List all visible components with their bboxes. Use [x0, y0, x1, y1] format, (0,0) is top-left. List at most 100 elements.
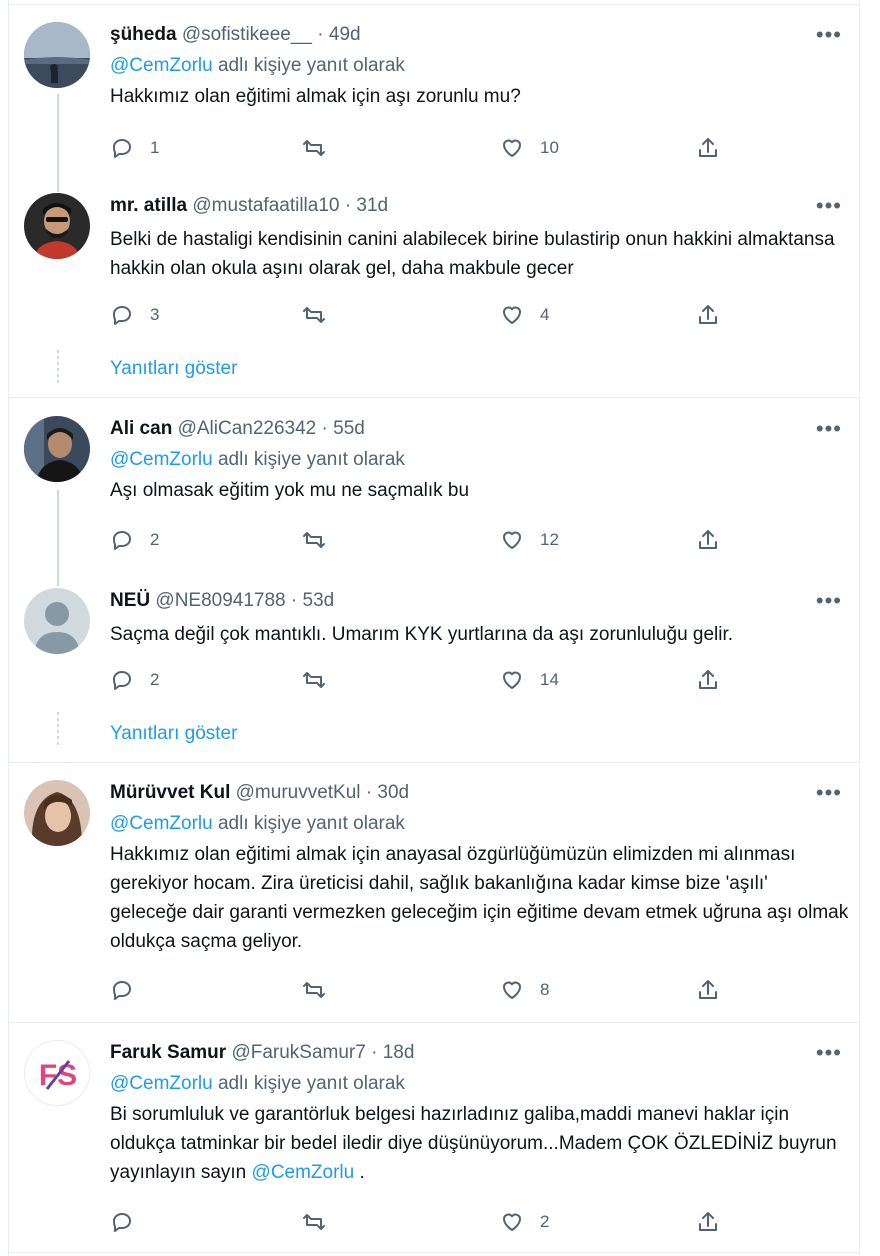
reply-count: 2: [150, 670, 160, 689]
avatar[interactable]: FS: [24, 1040, 90, 1106]
retweet-button[interactable]: [302, 134, 342, 162]
like-button[interactable]: 8: [500, 976, 549, 1004]
tweet-actions: 2 12: [110, 526, 730, 554]
reply-button[interactable]: 2: [110, 666, 159, 694]
handle[interactable]: @FarukSamur7: [231, 1042, 365, 1063]
share-button[interactable]: [696, 526, 720, 554]
show-replies-link[interactable]: Yanıtları göster: [110, 723, 237, 745]
retweet-button[interactable]: [302, 1208, 342, 1236]
reply-icon: [113, 139, 131, 158]
mention-link[interactable]: @CemZorlu: [110, 1073, 213, 1094]
retweet-button[interactable]: [302, 976, 342, 1004]
timestamp[interactable]: 55d: [333, 418, 365, 439]
like-button[interactable]: 12: [500, 526, 559, 554]
show-replies-link[interactable]: Yanıtları göster: [110, 358, 237, 380]
mention-link[interactable]: @CemZorlu: [252, 1162, 355, 1183]
handle[interactable]: @mustafaatilla10: [192, 195, 339, 216]
display-name[interactable]: NEÜ: [110, 590, 150, 611]
like-button[interactable]: 14: [500, 666, 559, 694]
share-button[interactable]: [696, 1208, 720, 1236]
avatar[interactable]: [24, 22, 90, 88]
reply-count: 3: [150, 305, 160, 324]
tweet-actions: 3 4: [110, 301, 730, 329]
tweet-actions: 8: [110, 976, 730, 1004]
divider: [9, 762, 859, 763]
like-count: 2: [540, 1212, 550, 1231]
avatar[interactable]: [24, 416, 90, 482]
reply-button[interactable]: 3: [110, 301, 159, 329]
default-avatar-icon: [24, 588, 90, 654]
mention-link[interactable]: @CemZorlu: [110, 55, 213, 76]
retweet-icon: [303, 672, 325, 688]
share-button[interactable]: [696, 134, 720, 162]
retweet-button[interactable]: [302, 526, 342, 554]
reply-button[interactable]: 1: [110, 134, 159, 162]
more-options-icon[interactable]: •••: [816, 1042, 842, 1064]
more-options-icon[interactable]: •••: [816, 418, 842, 440]
retweet-button[interactable]: [302, 301, 342, 329]
more-options-icon[interactable]: •••: [816, 782, 842, 804]
handle[interactable]: @AliCan226342: [178, 418, 317, 439]
retweet-icon: [303, 532, 325, 548]
like-button[interactable]: 4: [500, 301, 549, 329]
like-count: 10: [540, 138, 559, 157]
reply-icon: [113, 981, 131, 1000]
timestamp[interactable]: 31d: [356, 195, 388, 216]
thread-dots: [57, 350, 59, 386]
avatar[interactable]: [24, 588, 90, 654]
like-button[interactable]: 2: [500, 1208, 549, 1236]
display-name[interactable]: Mürüvvet Kul: [110, 782, 230, 803]
timestamp[interactable]: 30d: [377, 782, 409, 803]
tweet-text: Aşı olmasak eğitim yok mu ne saçmalık bu: [110, 480, 470, 501]
thread-dots: [57, 712, 59, 748]
more-options-icon[interactable]: •••: [816, 24, 842, 46]
tweet-text: Hakkımız olan eğitimi almak için aşı zor…: [110, 86, 521, 107]
share-button[interactable]: [696, 301, 720, 329]
display-name[interactable]: Ali can: [110, 418, 172, 439]
reply-button[interactable]: 2: [110, 526, 159, 554]
heart-icon: [503, 306, 521, 324]
share-button[interactable]: [696, 976, 720, 1004]
like-button[interactable]: 10: [500, 134, 559, 162]
reply-icon: [113, 531, 131, 550]
display-name[interactable]: şüheda: [110, 24, 177, 45]
timestamp[interactable]: 18d: [383, 1042, 415, 1063]
timestamp[interactable]: 49d: [329, 24, 361, 45]
display-name[interactable]: Faruk Samur: [110, 1042, 226, 1063]
heart-icon: [503, 1213, 521, 1231]
handle[interactable]: @NE80941788: [155, 590, 285, 611]
timestamp[interactable]: 53d: [303, 590, 335, 611]
reply-button[interactable]: [110, 1208, 150, 1236]
divider: [9, 397, 859, 398]
retweet-icon: [303, 1214, 325, 1230]
share-icon: [699, 305, 717, 324]
separator: ·: [317, 24, 324, 45]
reply-context: @CemZorlu adlı kişiye yanıt olarak: [110, 52, 850, 80]
avatar-image: [24, 416, 90, 482]
like-count: 4: [540, 305, 550, 324]
reply-button[interactable]: [110, 976, 150, 1004]
share-icon: [699, 530, 717, 549]
divider: [9, 1022, 859, 1023]
avatar[interactable]: [24, 193, 90, 259]
tweet-text: Saçma değil çok mantıklı. Umarım KYK yur…: [110, 624, 734, 645]
mention-link[interactable]: @CemZorlu: [110, 449, 213, 470]
retweet-button[interactable]: [302, 666, 342, 694]
mention-link[interactable]: @CemZorlu: [110, 813, 213, 834]
reply-context-text: adlı kişiye yanıt olarak: [217, 1073, 405, 1094]
heart-icon: [503, 531, 521, 549]
display-name[interactable]: mr. atilla: [110, 195, 187, 216]
divider: [9, 4, 859, 5]
tweet-text-body: Bi sorumluluk ve garantörluk belgesi haz…: [110, 1104, 837, 1183]
more-options-icon[interactable]: •••: [816, 590, 842, 612]
tweet-header: Ali can @AliCan226342 · 55d: [110, 416, 850, 442]
reply-context-text: adlı kişiye yanıt olarak: [217, 55, 405, 76]
more-options-icon[interactable]: •••: [816, 195, 842, 217]
handle[interactable]: @muruvvetKul: [236, 782, 361, 803]
avatar[interactable]: [24, 780, 90, 846]
share-button[interactable]: [696, 666, 720, 694]
reply-context-text: adlı kişiye yanıt olarak: [217, 813, 405, 834]
avatar-image: [24, 22, 90, 88]
handle[interactable]: @sofistikeee__: [182, 24, 312, 45]
share-icon: [699, 670, 717, 689]
